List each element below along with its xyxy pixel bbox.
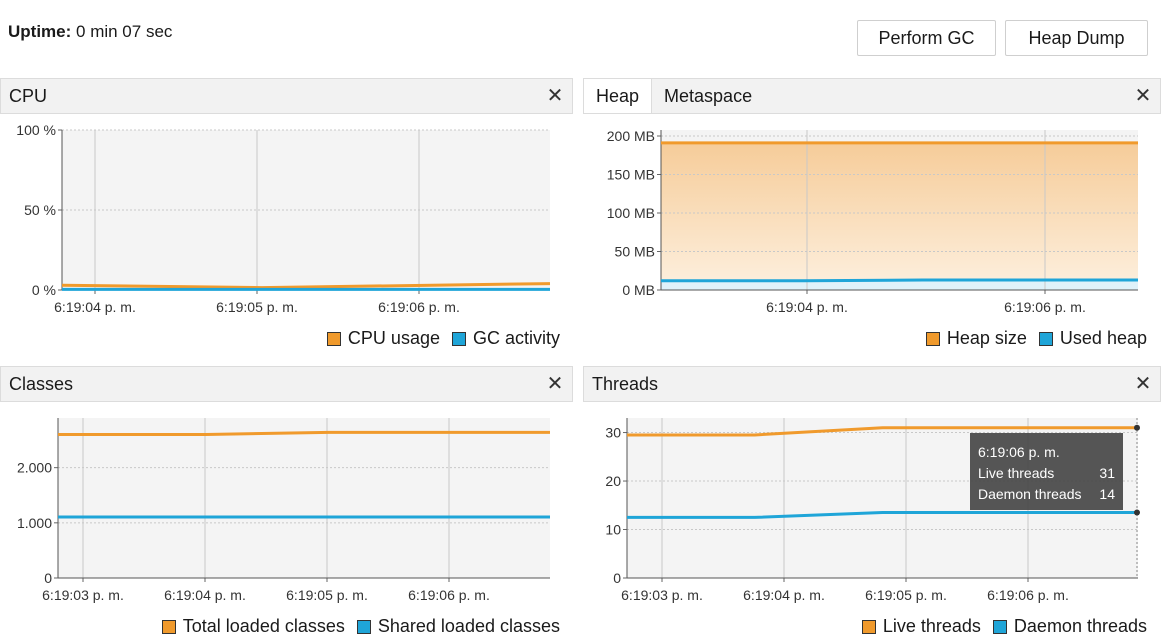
tab-heap[interactable]: Heap <box>584 79 653 113</box>
legend-shared-loaded-classes[interactable]: Shared loaded classes <box>356 616 560 637</box>
legend-label: CPU usage <box>347 328 440 348</box>
heap-dump-button[interactable]: Heap Dump <box>1005 20 1148 56</box>
tooltip-daemon-value: 14 <box>1099 486 1115 502</box>
cpu-chart: 0 % 50 % 100 % 6:19:04 p. m. 6:19:05 p. m. 6:… <box>16 122 551 315</box>
y-tick-label: 0 <box>613 570 621 586</box>
legend-heap-size[interactable]: Heap size <box>925 328 1027 349</box>
classes-legend: Total loaded classes Shared loaded class… <box>150 616 560 637</box>
x-tick-label: 6:19:03 p. m. <box>42 587 124 603</box>
cpu-legend: CPU usage GC activity <box>315 328 560 349</box>
legend-used-heap[interactable]: Used heap <box>1038 328 1147 349</box>
perform-gc-button[interactable]: Perform GC <box>857 20 996 56</box>
tooltip-time: 6:19:06 p. m. <box>978 444 1060 460</box>
x-tick-label: 6:19:05 p. m. <box>216 299 298 315</box>
threads-panel-header: Threads ✕ <box>583 366 1161 402</box>
legend-swatch-orange <box>861 619 876 634</box>
legend-daemon-threads[interactable]: Daemon threads <box>992 616 1147 637</box>
cpu-panel-header: CPU ✕ <box>0 78 573 114</box>
legend-swatch-orange <box>161 619 176 634</box>
legend-label: Daemon threads <box>1013 616 1147 636</box>
tooltip-row-daemon: Daemon threads 14 <box>978 484 1115 505</box>
legend-label: Live threads <box>882 616 981 636</box>
heap-size-area <box>661 142 1138 290</box>
close-icon[interactable]: ✕ <box>1132 373 1154 395</box>
memory-panel-header: Heap Metaspace ✕ <box>583 78 1161 114</box>
x-tick-label: 6:19:04 p. m. <box>743 587 825 603</box>
legend-swatch-blue <box>1038 331 1053 346</box>
legend-label: Heap size <box>946 328 1027 348</box>
cpu-panel-title: CPU <box>9 85 48 106</box>
x-tick-label: 6:19:06 p. m. <box>987 587 1069 603</box>
threads-panel-title: Threads <box>592 373 659 394</box>
x-tick-label: 6:19:06 p. m. <box>408 587 490 603</box>
close-icon[interactable]: ✕ <box>544 85 566 107</box>
classes-chart: 0 1.000 2.000 6:19:03 p. m. 6:19:04 p. m. 6:1… <box>17 418 550 603</box>
hover-marker-dot <box>1134 509 1140 516</box>
close-icon[interactable]: ✕ <box>1132 85 1154 107</box>
y-tick-label: 50 MB <box>615 244 655 260</box>
y-tick-label: 10 <box>605 522 621 538</box>
plot-background <box>58 418 550 578</box>
x-tick-label: 6:19:06 p. m. <box>378 299 460 315</box>
tooltip-daemon-label: Daemon threads <box>978 486 1082 502</box>
threads-tooltip: 6:19:06 p. m. Live threads 31 Daemon thre… <box>970 433 1123 510</box>
threads-legend: Live threads Daemon threads <box>850 616 1147 637</box>
y-tick-label: 30 <box>605 425 621 441</box>
hover-marker-dot <box>1134 424 1140 431</box>
legend-swatch-blue <box>992 619 1007 634</box>
x-tick-label: 6:19:03 p. m. <box>621 587 703 603</box>
uptime-display: Uptime: 0 min 07 sec <box>8 22 172 42</box>
legend-swatch-orange <box>925 331 940 346</box>
x-tick-label: 6:19:05 p. m. <box>286 587 368 603</box>
legend-label: Shared loaded classes <box>377 616 560 636</box>
y-tick-label: 0 MB <box>622 282 655 298</box>
legend-total-loaded-classes[interactable]: Total loaded classes <box>161 616 345 637</box>
y-tick-label: 100 % <box>16 122 56 138</box>
heap-chart: 0 MB 50 MB 100 MB 150 MB 200 MB 6:19:04 p. m.… <box>607 128 1138 315</box>
legend-gc-activity[interactable]: GC activity <box>451 328 560 349</box>
legend-swatch-orange <box>326 331 341 346</box>
uptime-value: 0 min 07 sec <box>76 22 173 41</box>
y-tick-label: 0 <box>44 570 52 586</box>
heap-legend: Heap size Used heap <box>914 328 1147 349</box>
close-icon[interactable]: ✕ <box>544 373 566 395</box>
legend-swatch-blue <box>356 619 371 634</box>
legend-label: GC activity <box>472 328 560 348</box>
classes-panel-title: Classes <box>9 373 74 394</box>
legend-live-threads[interactable]: Live threads <box>861 616 981 637</box>
y-tick-label: 1.000 <box>17 515 52 531</box>
x-tick-label: 6:19:06 p. m. <box>1004 299 1086 315</box>
y-tick-label: 20 <box>605 473 621 489</box>
y-tick-label: 0 % <box>32 282 56 298</box>
x-tick-label: 6:19:04 p. m. <box>164 587 246 603</box>
legend-label: Used heap <box>1059 328 1147 348</box>
tooltip-live-label: Live threads <box>978 465 1055 481</box>
tab-metaspace[interactable]: Metaspace <box>652 79 764 113</box>
uptime-label: Uptime: <box>8 22 72 41</box>
y-tick-label: 2.000 <box>17 460 52 476</box>
legend-cpu-usage[interactable]: CPU usage <box>326 328 440 349</box>
legend-label: Total loaded classes <box>182 616 345 636</box>
classes-panel-header: Classes ✕ <box>0 366 573 402</box>
y-tick-label: 150 MB <box>607 167 655 183</box>
tooltip-live-value: 31 <box>1099 465 1115 481</box>
series-line-blue <box>661 278 1138 283</box>
x-tick-label: 6:19:05 p. m. <box>865 587 947 603</box>
y-tick-label: 200 MB <box>607 128 655 144</box>
x-tick-label: 6:19:04 p. m. <box>54 299 136 315</box>
tooltip-row-live: Live threads 31 <box>978 463 1115 484</box>
legend-swatch-blue <box>451 331 466 346</box>
x-tick-label: 6:19:04 p. m. <box>766 299 848 315</box>
y-tick-label: 50 % <box>24 202 56 218</box>
y-tick-label: 100 MB <box>607 205 655 221</box>
